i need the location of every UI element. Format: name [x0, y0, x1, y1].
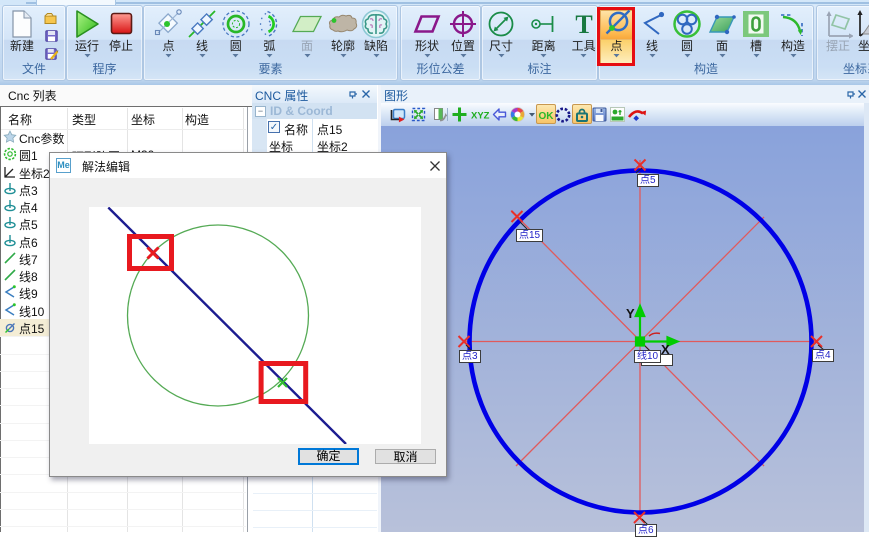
svg-text:T: T: [575, 11, 592, 37]
svg-text:Y: Y: [626, 306, 635, 321]
svg-text:OK: OK: [539, 111, 555, 122]
svg-text:XYZ: XYZ: [471, 110, 490, 121]
